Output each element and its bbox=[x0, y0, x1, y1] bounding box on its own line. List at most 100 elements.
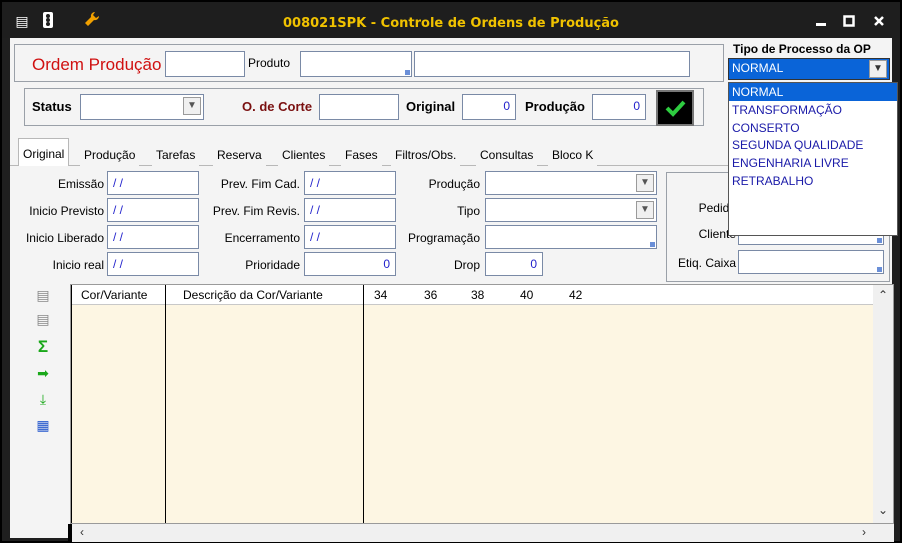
tab-bloco-k[interactable]: Bloco K bbox=[548, 142, 598, 166]
tab-filtros-obs[interactable]: Filtros/Obs. bbox=[391, 142, 461, 166]
dropdown-option-retrabalho[interactable]: RETRABALHO bbox=[729, 172, 897, 190]
chevron-down-icon[interactable]: ▼ bbox=[636, 201, 654, 219]
tab-producao[interactable]: Produção bbox=[80, 142, 140, 166]
scroll-down-icon[interactable]: ⌄ bbox=[878, 503, 888, 517]
scroll-right-icon[interactable]: › bbox=[862, 525, 866, 539]
col-size-38[interactable]: 38 bbox=[471, 288, 484, 302]
tipo-processo-selected: NORMAL bbox=[732, 61, 784, 75]
produto-code-input[interactable] bbox=[300, 51, 412, 77]
status-select[interactable]: ▼ bbox=[80, 94, 204, 120]
prioridade-input[interactable]: 0 bbox=[304, 252, 396, 276]
dropdown-option-engenharia-livre[interactable]: ENGENHARIA LIVRE bbox=[729, 154, 897, 172]
inicio-liberado-input[interactable]: / / bbox=[107, 225, 199, 249]
inicio-previsto-input[interactable]: / / bbox=[107, 198, 199, 222]
original-label: Original bbox=[406, 99, 456, 114]
producao-select[interactable]: ▼ bbox=[485, 171, 657, 195]
tab-clientes[interactable]: Clientes bbox=[278, 142, 330, 166]
programacao-input[interactable] bbox=[485, 225, 657, 249]
col-cor-variante[interactable]: Cor/Variante bbox=[81, 288, 147, 302]
scroll-up-icon[interactable]: ⌃ bbox=[878, 288, 888, 302]
etiq-caixa-input[interactable] bbox=[738, 250, 884, 274]
chevron-down-icon[interactable]: ▼ bbox=[869, 60, 887, 78]
chevron-down-icon[interactable]: ▼ bbox=[636, 174, 654, 192]
ordem-producao-input[interactable] bbox=[165, 51, 245, 77]
corte-input[interactable] bbox=[319, 94, 399, 120]
encerramento-input[interactable]: / / bbox=[304, 225, 396, 249]
image-icon[interactable]: ▦ bbox=[34, 416, 52, 434]
lookup-corner-icon bbox=[877, 238, 882, 243]
tab-fases[interactable]: Fases bbox=[341, 142, 382, 166]
drop-input[interactable]: 0 bbox=[485, 252, 543, 276]
variant-grid[interactable]: Cor/Variante Descrição da Cor/Variante 3… bbox=[70, 284, 894, 524]
lookup-corner-icon bbox=[877, 267, 882, 272]
inicio-real-label: Inicio real bbox=[52, 258, 104, 272]
tab-original[interactable]: Original bbox=[18, 138, 70, 166]
prev-fim-revis-label: Prev. Fim Revis. bbox=[212, 204, 300, 218]
tab-tarefas[interactable]: Tarefas bbox=[152, 142, 200, 166]
pedido-label: Pedido bbox=[698, 201, 736, 215]
client-area: Ordem Produção Produto Status ▼ O. de Co… bbox=[10, 38, 898, 542]
dropdown-option-conserto[interactable]: CONSERTO bbox=[729, 119, 897, 137]
drop-label: Drop bbox=[453, 258, 480, 272]
ordem-producao-label: Ordem Produção bbox=[32, 55, 162, 74]
checkmark-icon bbox=[665, 100, 686, 117]
scroll-left-icon[interactable]: ‹ bbox=[80, 525, 84, 539]
prev-fim-cad-label: Prev. Fim Cad. bbox=[220, 177, 300, 191]
tipo-select[interactable]: ▼ bbox=[485, 198, 657, 222]
col-size-36[interactable]: 36 bbox=[424, 288, 437, 302]
window-title: 008021SPK - Controle de Ordens de Produç… bbox=[282, 16, 619, 31]
original-input[interactable]: 0 bbox=[462, 94, 516, 120]
tab-consultas[interactable]: Consultas bbox=[476, 142, 538, 166]
cliente-label: Cliente bbox=[698, 227, 736, 241]
minimize-button[interactable] bbox=[810, 12, 832, 32]
vertical-scrollbar[interactable]: ⌃ ⌄ bbox=[873, 285, 893, 523]
dropdown-option-normal[interactable]: NORMAL bbox=[729, 83, 897, 101]
inicio-real-input[interactable]: / / bbox=[107, 252, 199, 276]
grid-line bbox=[165, 285, 166, 523]
main-window: ▤ 008021SPK - Controle de Ordens de Prod… bbox=[0, 0, 902, 543]
inicio-liberado-label: Inicio Liberado bbox=[25, 231, 104, 245]
sum-icon[interactable]: Σ bbox=[34, 338, 52, 356]
grid-line bbox=[363, 285, 364, 523]
producao-label: Produção bbox=[525, 99, 585, 114]
confirm-button[interactable] bbox=[656, 90, 694, 126]
programacao-label: Programação bbox=[407, 231, 480, 245]
tipo-processo-dropdown: NORMAL TRANSFORMAÇÃO CONSERTO SEGUNDA QU… bbox=[728, 82, 898, 236]
tipo-processo-select[interactable]: NORMAL ▼ bbox=[728, 58, 890, 80]
col-size-40[interactable]: 40 bbox=[520, 288, 533, 302]
col-size-42[interactable]: 42 bbox=[569, 288, 582, 302]
remove-row-icon[interactable]: ▤ bbox=[34, 310, 52, 328]
inicio-previsto-label: Inicio Previsto bbox=[29, 204, 104, 218]
close-button[interactable] bbox=[868, 12, 890, 32]
lookup-corner-icon bbox=[405, 70, 410, 75]
prev-fim-revis-input[interactable]: / / bbox=[304, 198, 396, 222]
chevron-down-icon[interactable]: ▼ bbox=[183, 97, 201, 115]
prev-fim-cad-input[interactable]: / / bbox=[304, 171, 396, 195]
producao-field-label: Produção bbox=[428, 177, 480, 191]
corte-label: O. de Corte bbox=[242, 99, 313, 114]
produto-label: Produto bbox=[248, 56, 291, 70]
add-row-icon[interactable]: ▤ bbox=[34, 286, 52, 304]
horizontal-scrollbar[interactable]: ‹ › bbox=[68, 524, 894, 542]
grid-line bbox=[71, 285, 72, 523]
dropdown-option-transformacao[interactable]: TRANSFORMAÇÃO bbox=[729, 101, 897, 119]
grid-header: Cor/Variante Descrição da Cor/Variante 3… bbox=[71, 285, 873, 305]
move-bottom-icon[interactable]: ⤓ bbox=[34, 390, 52, 408]
tipo-processo-label: Tipo de Processo da OP bbox=[733, 42, 871, 56]
prioridade-label: Prioridade bbox=[245, 258, 300, 272]
emissao-input[interactable]: / / bbox=[107, 171, 199, 195]
producao-input[interactable]: 0 bbox=[592, 94, 646, 120]
produto-description-input[interactable] bbox=[414, 51, 690, 77]
dropdown-option-segunda-qualidade[interactable]: SEGUNDA QUALIDADE bbox=[729, 136, 897, 154]
col-size-34[interactable]: 34 bbox=[374, 288, 387, 302]
col-descricao[interactable]: Descrição da Cor/Variante bbox=[183, 288, 323, 302]
lookup-corner-icon bbox=[650, 242, 655, 247]
status-label: Status bbox=[32, 99, 72, 114]
emissao-label: Emissão bbox=[57, 177, 104, 191]
title-bar: ▤ 008021SPK - Controle de Ordens de Prod… bbox=[2, 2, 900, 38]
maximize-button[interactable] bbox=[838, 12, 860, 32]
encerramento-label: Encerramento bbox=[224, 231, 300, 245]
tipo-label: Tipo bbox=[457, 204, 480, 218]
tab-reserva[interactable]: Reserva bbox=[213, 142, 266, 166]
export-icon[interactable]: ➡ bbox=[34, 364, 52, 382]
